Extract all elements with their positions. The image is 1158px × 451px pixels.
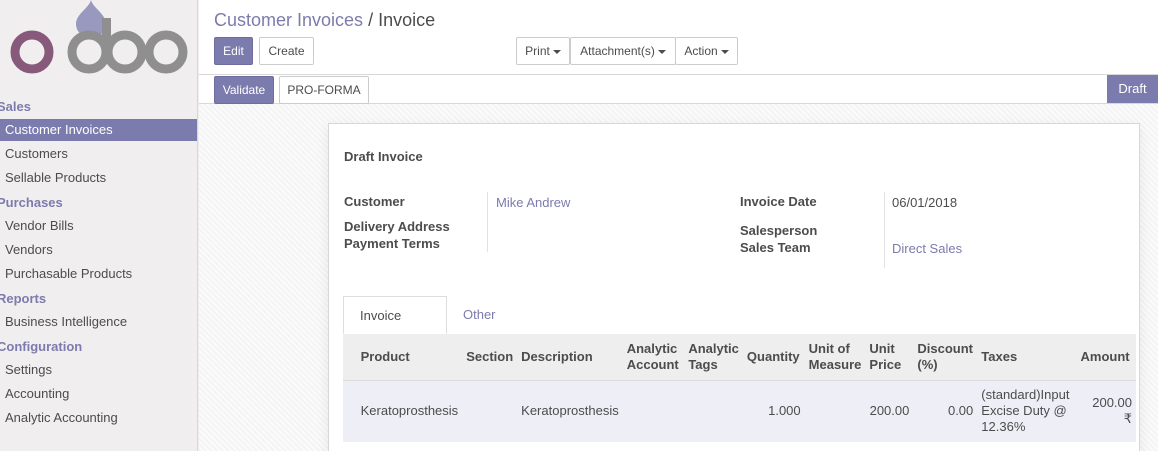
cell-amount[interactable]: 200.00 ₹ [1076, 380, 1136, 442]
create-button[interactable]: Create [259, 37, 314, 65]
invoice-title: Draft Invoice [344, 149, 423, 164]
col-analytic-tags[interactable]: Analytic Tags [684, 334, 743, 381]
proforma-button[interactable]: PRO-FORMA [279, 76, 369, 104]
caret-down-icon [720, 49, 729, 54]
tab-other-info[interactable]: Other Info [447, 296, 535, 360]
cell-product[interactable]: Keratoprosthesis [356, 380, 463, 442]
cell-discount[interactable]: 0.00 [913, 380, 978, 442]
attachments-label: Attachment(s) [580, 44, 655, 58]
col-analytic-account[interactable]: Analytic Account [622, 334, 685, 381]
sidebar-item-settings[interactable]: Settings [0, 359, 197, 381]
tab-invoice-lines[interactable]: Invoice Lines [343, 296, 447, 361]
cell-quantity[interactable]: 1.000 [742, 380, 805, 442]
table-row[interactable]: Keratoprosthesis Keratoprosthesis 1.000 … [343, 380, 1136, 442]
statusbar: Validate PRO-FORMA Draft [199, 75, 1158, 104]
sidebar-item-customer-invoices[interactable]: Customer Invoices [0, 119, 197, 141]
sidebar-item-purchasable-products[interactable]: Purchasable Products [0, 263, 197, 285]
breadcrumb-parent[interactable]: Customer Invoices [214, 10, 363, 30]
col-amount[interactable]: Amount [1076, 334, 1136, 381]
action-label: Action [684, 44, 718, 58]
sidebar-section-reports: Reports [0, 291, 47, 306]
invoice-date-value[interactable]: 06/01/2018 [892, 195, 957, 210]
sidebar-section-purchases: Purchases [0, 195, 63, 210]
breadcrumb-separator: / [368, 10, 374, 30]
cell-description[interactable]: Keratoprosthesis [517, 380, 623, 442]
main-content: Customer Invoices / Invoice Edit Create … [199, 0, 1158, 451]
payment-terms-label: Payment Terms [344, 236, 440, 251]
invoice-sheet: Draft Invoice Customer Mike Andrew Deliv… [328, 123, 1140, 451]
col-section[interactable]: Section [462, 334, 518, 381]
sales-team-value[interactable]: Direct Sales [892, 241, 962, 256]
breadcrumb: Customer Invoices / Invoice [214, 10, 435, 31]
table-header-row: Product Section Description Analytic Acc… [343, 334, 1136, 381]
col-product[interactable]: Product [356, 334, 463, 381]
sidebar-item-analytic-accounting[interactable]: Analytic Accounting [0, 407, 197, 429]
caret-down-icon [657, 49, 666, 54]
print-label: Print [525, 44, 550, 58]
col-taxes[interactable]: Taxes [977, 334, 1077, 381]
column-divider [884, 192, 885, 268]
status-draft[interactable]: Draft [1107, 75, 1158, 103]
action-dropdown[interactable]: Action [675, 37, 738, 65]
cell-section[interactable] [462, 380, 518, 442]
col-quantity[interactable]: Quantity [742, 334, 805, 381]
control-panel: Customer Invoices / Invoice Edit Create … [199, 0, 1158, 75]
sidebar-item-accounting[interactable]: Accounting [0, 383, 197, 405]
column-divider [487, 192, 488, 252]
sidebar: Sales Customer Invoices Customers Sellable … [0, 0, 198, 451]
print-dropdown[interactable]: Print [516, 37, 570, 65]
odoo-logo[interactable] [0, 0, 198, 95]
customer-value[interactable]: Mike Andrew [496, 195, 570, 210]
edit-button[interactable]: Edit [214, 37, 253, 65]
validate-button[interactable]: Validate [214, 76, 274, 104]
sidebar-item-vendor-bills[interactable]: Vendor Bills [0, 215, 197, 237]
cell-analytic-account[interactable] [622, 380, 685, 442]
row-handle [343, 380, 357, 442]
invoice-lines-table: Product Section Description Analytic Acc… [343, 334, 1136, 442]
cell-unit-price[interactable]: 200.00 [865, 380, 914, 442]
col-discount[interactable]: Discount (%) [913, 334, 978, 381]
attachments-dropdown[interactable]: Attachment(s) [570, 37, 676, 65]
caret-down-icon [552, 49, 561, 54]
sidebar-item-vendors[interactable]: Vendors [0, 239, 197, 261]
cell-taxes[interactable]: (standard)Input Excise Duty @ 12.36% [977, 380, 1077, 442]
delivery-address-label: Delivery Address [344, 219, 450, 234]
breadcrumb-current: Invoice [378, 10, 436, 30]
sales-team-label: Sales Team [740, 240, 811, 255]
col-unit-of-measure[interactable]: Unit of Measure [804, 334, 866, 381]
col-unit-price[interactable]: Unit Price [865, 334, 914, 381]
sidebar-item-business-intelligence[interactable]: Business Intelligence [0, 311, 197, 333]
sidebar-item-customers[interactable]: Customers [0, 143, 197, 165]
salesperson-label: Salesperson [740, 223, 818, 238]
handle-column [343, 334, 357, 381]
sidebar-section-configuration: Configuration [0, 339, 83, 354]
sidebar-section-sales: Sales [0, 99, 31, 114]
col-description[interactable]: Description [517, 334, 623, 381]
sidebar-item-sellable-products[interactable]: Sellable Products [0, 167, 197, 189]
invoice-date-label: Invoice Date [740, 194, 817, 209]
form-background: Draft Invoice Customer Mike Andrew Deliv… [199, 104, 1158, 451]
customer-label: Customer [344, 194, 405, 209]
cell-analytic-tags[interactable] [684, 380, 743, 442]
cell-uom[interactable] [804, 380, 866, 442]
